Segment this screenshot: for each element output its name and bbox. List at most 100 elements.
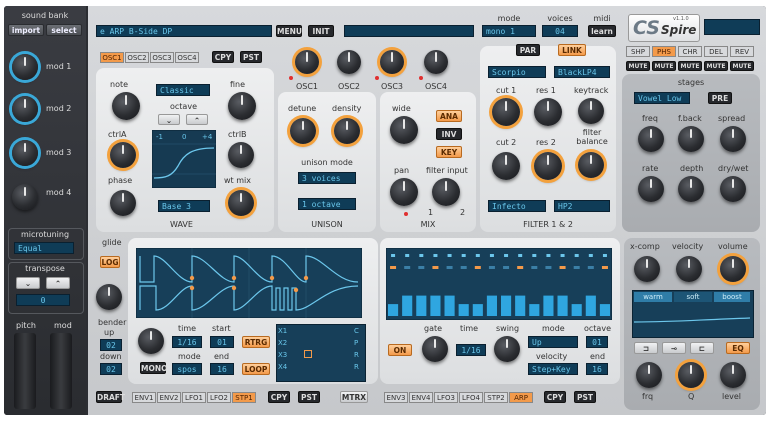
arp-step-bar[interactable] — [501, 295, 512, 316]
arp-step-bar[interactable] — [430, 295, 441, 316]
arp-paste-button[interactable]: PST — [574, 391, 596, 403]
arp-step-bar[interactable] — [486, 295, 497, 316]
arp-copy-button[interactable]: CPY — [544, 391, 566, 403]
warm-option[interactable]: warm — [634, 292, 672, 302]
mod2-knob[interactable] — [12, 96, 38, 122]
arp-on-button[interactable]: ON — [388, 344, 412, 356]
tab-lfo2[interactable]: LFO2 — [207, 392, 231, 403]
tab-env3[interactable]: ENV3 — [384, 392, 408, 403]
octave-down-button[interactable]: ⌄ — [158, 114, 180, 125]
spread-knob[interactable] — [720, 126, 746, 152]
eq-button[interactable]: EQ — [726, 342, 750, 354]
transpose-display[interactable]: 0 — [16, 294, 70, 306]
par-button[interactable]: PAR — [516, 44, 540, 56]
mute-rev-button[interactable]: MUTE — [730, 61, 754, 71]
arp-step-bar[interactable] — [388, 304, 399, 316]
preset-name-display[interactable]: e ARP B-Side DP — [96, 25, 272, 37]
mod1-knob[interactable] — [12, 54, 38, 80]
boost-option[interactable]: boost — [714, 292, 750, 302]
tab-fx-del[interactable]: DEL — [704, 46, 728, 57]
tab-fx-shp[interactable]: SHP — [626, 46, 650, 57]
mute-chr-button[interactable]: MUTE — [678, 61, 702, 71]
rtrg-button[interactable]: RTRG — [242, 336, 270, 348]
key-button[interactable]: KEY — [436, 146, 462, 158]
matrix-button[interactable]: MTRX — [340, 391, 368, 403]
peak-button[interactable]: ⊸ — [662, 342, 686, 354]
bender-down-display[interactable]: 02 — [100, 363, 122, 375]
osc2-level-knob[interactable] — [337, 50, 361, 74]
wtmix-knob[interactable] — [228, 190, 254, 216]
arp-step-bar[interactable] — [458, 304, 469, 316]
inv-button[interactable]: INV — [436, 128, 462, 140]
cut1-knob[interactable] — [492, 98, 520, 126]
x1-label[interactable]: X1 — [278, 327, 287, 335]
tab-lfo3[interactable]: LFO3 — [434, 392, 458, 403]
osc4-level-knob[interactable] — [424, 50, 448, 74]
xcomp-knob[interactable] — [634, 256, 660, 282]
detune-knob[interactable] — [290, 118, 316, 144]
tab-osc4[interactable]: OSC4 — [175, 52, 199, 63]
tab-lfo1[interactable]: LFO1 — [182, 392, 206, 403]
eq-level-knob[interactable] — [720, 362, 746, 388]
menu-button[interactable]: MENU — [276, 25, 302, 37]
wide-knob[interactable] — [390, 116, 418, 144]
wave-type-display[interactable]: Classic — [156, 84, 210, 96]
step-copy-button[interactable]: CPY — [268, 391, 290, 403]
tab-fx-rev[interactable]: REV — [730, 46, 754, 57]
voices-display[interactable]: 04 — [542, 25, 578, 37]
link-button[interactable]: LINK — [558, 44, 586, 56]
step-paste-button[interactable]: PST — [298, 391, 320, 403]
mute-phs-button[interactable]: MUTE — [652, 61, 676, 71]
arp-octave-display[interactable]: 01 — [586, 336, 608, 348]
step-amount-knob[interactable] — [138, 328, 164, 354]
step-end-display[interactable]: 16 — [210, 363, 234, 375]
gate-knob[interactable] — [422, 336, 448, 362]
mod-wheel[interactable] — [50, 333, 72, 409]
arp-step-bar[interactable] — [557, 295, 568, 316]
octave-up-button[interactable]: ⌃ — [186, 114, 208, 125]
r2-label[interactable]: R — [354, 363, 359, 371]
loop-button[interactable]: LOOP — [242, 363, 270, 375]
step-start-display[interactable]: 01 — [210, 336, 234, 348]
ctrlb-knob[interactable] — [228, 142, 254, 168]
eq-frq-knob[interactable] — [636, 362, 662, 388]
lowshelf-button[interactable]: ⊐ — [634, 342, 658, 354]
mono-button[interactable]: MONO — [140, 362, 168, 374]
fine-knob[interactable] — [228, 92, 256, 120]
tab-stp2[interactable]: STP2 — [484, 392, 508, 403]
unison-voices-display[interactable]: 3 voices — [298, 172, 356, 184]
arp-step-bar[interactable] — [472, 304, 483, 316]
drywet-knob[interactable] — [720, 176, 746, 202]
arp-step-bar[interactable] — [543, 295, 554, 316]
arp-end-display[interactable]: 16 — [586, 363, 608, 375]
midi-learn-button[interactable]: learn — [588, 25, 616, 37]
arp-step-bar[interactable] — [585, 295, 596, 316]
tab-arp[interactable]: ARP — [509, 392, 533, 403]
tab-env1[interactable]: ENV1 — [132, 392, 156, 403]
transpose-up-button[interactable]: ⌃ — [46, 277, 70, 289]
tab-osc2[interactable]: OSC2 — [125, 52, 149, 63]
osc1-level-knob[interactable] — [295, 50, 319, 74]
init-button[interactable]: INIT — [308, 25, 334, 37]
osc-copy-button[interactable]: CPY — [212, 51, 234, 63]
highshelf-button[interactable]: ⊏ — [690, 342, 714, 354]
tab-lfo4[interactable]: LFO4 — [459, 392, 483, 403]
arp-step-bar[interactable] — [571, 304, 582, 316]
c-label[interactable]: C — [354, 327, 359, 335]
fback-knob[interactable] — [678, 126, 704, 152]
arp-step-bar[interactable] — [529, 304, 540, 316]
filter-balance-knob[interactable] — [578, 152, 604, 178]
freq-knob[interactable] — [638, 126, 664, 152]
step-curve-display[interactable] — [136, 248, 362, 318]
bender-up-display[interactable]: 02 — [100, 339, 122, 351]
velocity-knob[interactable] — [676, 256, 702, 282]
tab-stp1[interactable]: STP1 — [232, 392, 256, 403]
filter1-mode-display[interactable]: Infecto — [488, 200, 546, 212]
soft-option[interactable]: soft — [674, 292, 712, 302]
step-mode-display[interactable]: spos — [172, 363, 202, 375]
rate-knob[interactable] — [638, 176, 664, 202]
step-time-display[interactable]: 1/16 — [172, 336, 202, 348]
keytrack-knob[interactable] — [578, 98, 604, 124]
phase-knob[interactable] — [110, 190, 136, 216]
tab-osc1[interactable]: OSC1 — [100, 52, 124, 63]
